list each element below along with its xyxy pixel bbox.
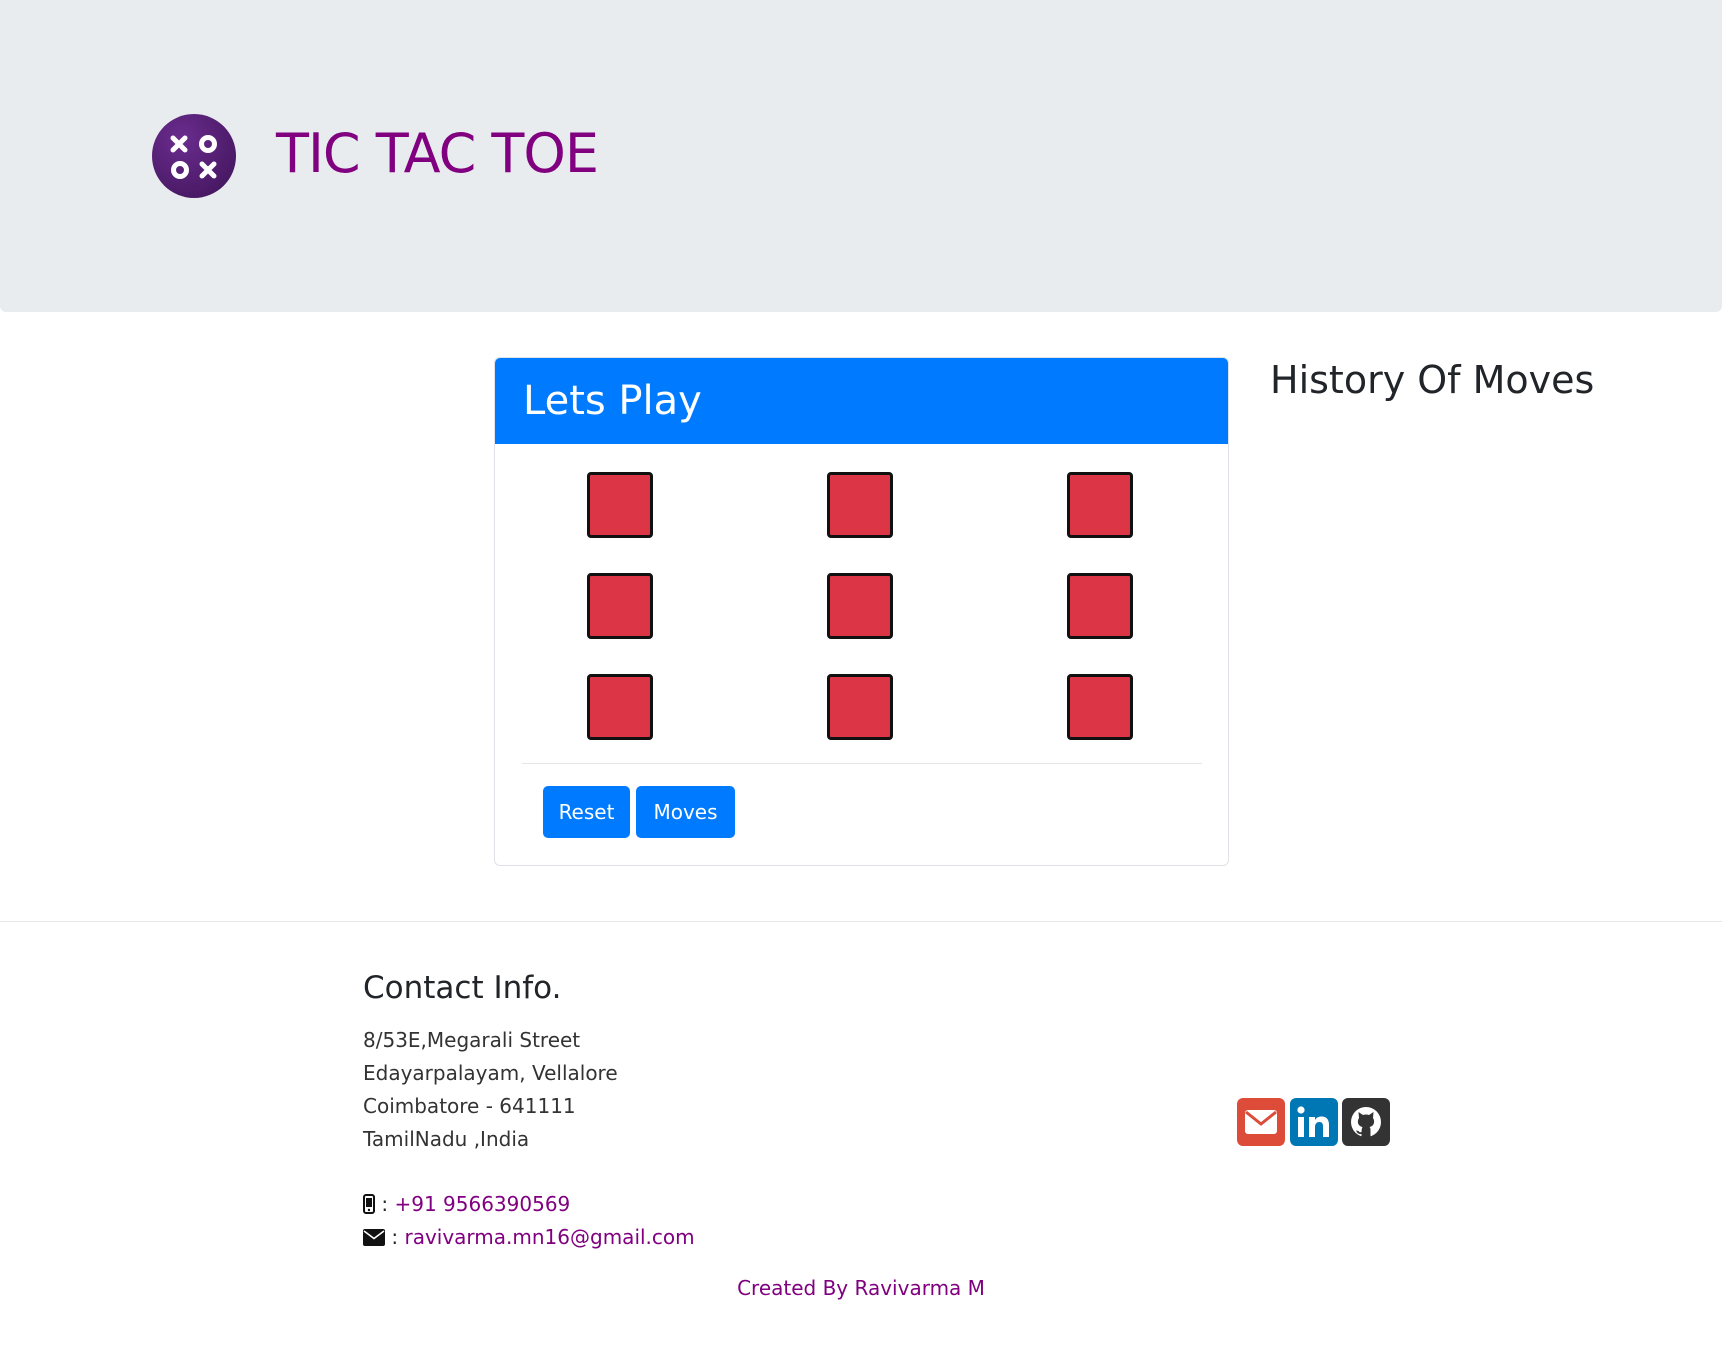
email-link[interactable]: ravivarma.mn16@gmail.com	[404, 1225, 694, 1249]
card-header: Lets Play	[495, 358, 1228, 444]
reset-button[interactable]: Reset	[543, 786, 630, 838]
footer-credit: Created By Ravivarma M	[737, 1276, 985, 1300]
address-line-2: Edayarpalayam, Vellalore	[363, 1061, 618, 1085]
card-title: Lets Play	[523, 378, 702, 424]
card-divider	[522, 763, 1202, 764]
email-row: : ravivarma.mn16@gmail.com	[363, 1223, 695, 1251]
linkedin-social-button[interactable]	[1290, 1098, 1338, 1146]
moves-button[interactable]: Moves	[636, 786, 735, 838]
board-cell-0-1[interactable]	[827, 472, 893, 538]
board-cell-2-0[interactable]	[587, 674, 653, 740]
board-cell-0-2[interactable]	[1067, 472, 1133, 538]
envelope-icon	[363, 1229, 385, 1246]
github-icon	[1351, 1107, 1381, 1137]
mail-icon	[1245, 1110, 1277, 1134]
address-line-1: 8/53E,Megarali Street	[363, 1028, 581, 1052]
phone-separator: :	[381, 1192, 389, 1216]
mail-social-button[interactable]	[1237, 1098, 1285, 1146]
board-cell-1-1[interactable]	[827, 573, 893, 639]
board-cell-0-0[interactable]	[587, 472, 653, 538]
address-line-4: TamilNadu ,India	[363, 1127, 530, 1151]
github-social-button[interactable]	[1342, 1098, 1390, 1146]
history-title: History Of Moves	[1270, 358, 1595, 402]
board-cell-2-1[interactable]	[827, 674, 893, 740]
footer-divider	[0, 921, 1722, 922]
header-jumbotron: TIC TAC TOE	[0, 0, 1722, 312]
game-card: Lets Play Reset Moves	[494, 357, 1229, 866]
phone-link[interactable]: +91 9566390569	[394, 1192, 570, 1216]
phone-row: : +91 9566390569	[363, 1190, 570, 1218]
mobile-phone-icon	[363, 1194, 375, 1214]
board-cell-1-2[interactable]	[1067, 573, 1133, 639]
board-cell-2-2[interactable]	[1067, 674, 1133, 740]
contact-title: Contact Info.	[363, 970, 562, 1006]
xo-logo-icon	[152, 114, 236, 198]
address-line-3: Coimbatore - 641111	[363, 1094, 576, 1118]
board-cell-1-0[interactable]	[587, 573, 653, 639]
linkedin-icon	[1297, 1106, 1329, 1137]
email-separator: :	[391, 1225, 399, 1249]
page-title: TIC TAC TOE	[276, 122, 599, 185]
